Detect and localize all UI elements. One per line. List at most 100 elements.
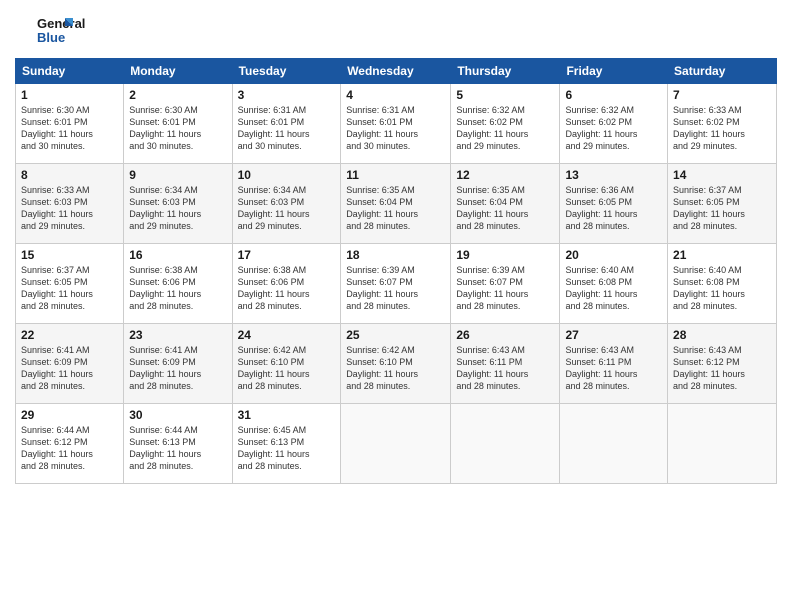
day-info: Sunrise: 6:44 AM Sunset: 6:12 PM Dayligh… (21, 424, 118, 473)
day-info: Sunrise: 6:40 AM Sunset: 6:08 PM Dayligh… (565, 264, 662, 313)
day-info: Sunrise: 6:42 AM Sunset: 6:10 PM Dayligh… (238, 344, 336, 393)
header: General Blue (15, 10, 777, 50)
day-info: Sunrise: 6:33 AM Sunset: 6:02 PM Dayligh… (673, 104, 771, 153)
calendar-weekday-monday: Monday (124, 59, 232, 84)
day-number: 18 (346, 248, 445, 262)
calendar-cell: 25Sunrise: 6:42 AM Sunset: 6:10 PM Dayli… (341, 324, 451, 404)
day-number: 14 (673, 168, 771, 182)
calendar-cell: 3 Sunrise: 6:31 AM Sunset: 6:01 PM Daylig… (232, 84, 341, 164)
day-info: Sunrise: 6:31 AM Sunset: 6:01 PM Dayligh… (238, 104, 336, 153)
calendar-cell: 14 Sunrise: 6:37 AM Sunset: 6:05 PM Dayli… (668, 164, 777, 244)
day-number: 17 (238, 248, 336, 262)
svg-text:Blue: Blue (37, 30, 65, 45)
day-number: 6 (565, 88, 662, 102)
day-number: 15 (21, 248, 118, 262)
day-number: 8 (21, 168, 118, 182)
day-info: Sunrise: 6:35 AM Sunset: 6:04 PM Dayligh… (456, 184, 554, 233)
day-info: Sunrise: 6:37 AM Sunset: 6:05 PM Dayligh… (21, 264, 118, 313)
day-number: 30 (129, 408, 226, 422)
day-info: Sunrise: 6:40 AM Sunset: 6:08 PM Dayligh… (673, 264, 771, 313)
day-number: 20 (565, 248, 662, 262)
day-number: 27 (565, 328, 662, 342)
day-number: 26 (456, 328, 554, 342)
day-number: 11 (346, 168, 445, 182)
calendar-cell: 29 Sunrise: 6:44 AM Sunset: 6:12 PM Dayli… (16, 404, 124, 484)
calendar-cell: 21 Sunrise: 6:40 AM Sunset: 6:08 PM Dayli… (668, 244, 777, 324)
day-number: 3 (238, 88, 336, 102)
calendar-header-row: SundayMondayTuesdayWednesdayThursdayFrid… (16, 59, 777, 84)
calendar-cell: 6 Sunrise: 6:32 AM Sunset: 6:02 PM Daylig… (560, 84, 668, 164)
calendar-cell: 11Sunrise: 6:35 AM Sunset: 6:04 PM Dayli… (341, 164, 451, 244)
calendar-cell: 10 Sunrise: 6:34 AM Sunset: 6:03 PM Dayli… (232, 164, 341, 244)
svg-text:General: General (37, 16, 85, 31)
calendar-weekday-tuesday: Tuesday (232, 59, 341, 84)
calendar-cell: 22 Sunrise: 6:41 AM Sunset: 6:09 PM Dayli… (16, 324, 124, 404)
day-info: Sunrise: 6:33 AM Sunset: 6:03 PM Dayligh… (21, 184, 118, 233)
day-number: 24 (238, 328, 336, 342)
calendar-cell (560, 404, 668, 484)
day-number: 10 (238, 168, 336, 182)
day-number: 22 (21, 328, 118, 342)
day-number: 5 (456, 88, 554, 102)
day-info: Sunrise: 6:43 AM Sunset: 6:12 PM Dayligh… (673, 344, 771, 393)
calendar-cell: 24 Sunrise: 6:42 AM Sunset: 6:10 PM Dayli… (232, 324, 341, 404)
calendar-weekday-saturday: Saturday (668, 59, 777, 84)
day-info: Sunrise: 6:31 AM Sunset: 6:01 PM Dayligh… (346, 104, 445, 153)
day-info: Sunrise: 6:39 AM Sunset: 6:07 PM Dayligh… (456, 264, 554, 313)
calendar-weekday-wednesday: Wednesday (341, 59, 451, 84)
day-info: Sunrise: 6:37 AM Sunset: 6:05 PM Dayligh… (673, 184, 771, 233)
day-info: Sunrise: 6:43 AM Sunset: 6:11 PM Dayligh… (456, 344, 554, 393)
day-number: 4 (346, 88, 445, 102)
calendar-cell: 27 Sunrise: 6:43 AM Sunset: 6:11 PM Dayli… (560, 324, 668, 404)
day-info: Sunrise: 6:30 AM Sunset: 6:01 PM Dayligh… (21, 104, 118, 153)
day-info: Sunrise: 6:34 AM Sunset: 6:03 PM Dayligh… (129, 184, 226, 233)
calendar-cell: 17 Sunrise: 6:38 AM Sunset: 6:06 PM Dayli… (232, 244, 341, 324)
calendar-cell (668, 404, 777, 484)
calendar-cell (341, 404, 451, 484)
calendar-cell: 9 Sunrise: 6:34 AM Sunset: 6:03 PM Daylig… (124, 164, 232, 244)
day-info: Sunrise: 6:43 AM Sunset: 6:11 PM Dayligh… (565, 344, 662, 393)
calendar-cell: 2 Sunrise: 6:30 AM Sunset: 6:01 PM Daylig… (124, 84, 232, 164)
logo: General Blue (15, 10, 95, 50)
calendar-cell: 23 Sunrise: 6:41 AM Sunset: 6:09 PM Dayli… (124, 324, 232, 404)
day-number: 21 (673, 248, 771, 262)
day-info: Sunrise: 6:30 AM Sunset: 6:01 PM Dayligh… (129, 104, 226, 153)
calendar-cell: 19Sunrise: 6:39 AM Sunset: 6:07 PM Dayli… (451, 244, 560, 324)
calendar-cell: 5 Sunrise: 6:32 AM Sunset: 6:02 PM Daylig… (451, 84, 560, 164)
calendar-week-row-1: 1 Sunrise: 6:30 AM Sunset: 6:01 PM Daylig… (16, 84, 777, 164)
day-info: Sunrise: 6:42 AM Sunset: 6:10 PM Dayligh… (346, 344, 445, 393)
day-number: 29 (21, 408, 118, 422)
day-info: Sunrise: 6:38 AM Sunset: 6:06 PM Dayligh… (238, 264, 336, 313)
calendar-weekday-sunday: Sunday (16, 59, 124, 84)
calendar-cell: 18Sunrise: 6:39 AM Sunset: 6:07 PM Dayli… (341, 244, 451, 324)
day-number: 2 (129, 88, 226, 102)
day-info: Sunrise: 6:45 AM Sunset: 6:13 PM Dayligh… (238, 424, 336, 473)
day-number: 9 (129, 168, 226, 182)
calendar-cell: 20 Sunrise: 6:40 AM Sunset: 6:08 PM Dayli… (560, 244, 668, 324)
day-number: 31 (238, 408, 336, 422)
day-number: 28 (673, 328, 771, 342)
day-number: 13 (565, 168, 662, 182)
calendar-cell: 30 Sunrise: 6:44 AM Sunset: 6:13 PM Dayli… (124, 404, 232, 484)
calendar-cell (451, 404, 560, 484)
day-info: Sunrise: 6:36 AM Sunset: 6:05 PM Dayligh… (565, 184, 662, 233)
day-info: Sunrise: 6:38 AM Sunset: 6:06 PM Dayligh… (129, 264, 226, 313)
calendar-week-row-5: 29 Sunrise: 6:44 AM Sunset: 6:12 PM Dayli… (16, 404, 777, 484)
calendar-cell: 16 Sunrise: 6:38 AM Sunset: 6:06 PM Dayli… (124, 244, 232, 324)
calendar-cell: 8 Sunrise: 6:33 AM Sunset: 6:03 PM Daylig… (16, 164, 124, 244)
calendar-weekday-thursday: Thursday (451, 59, 560, 84)
calendar-table: SundayMondayTuesdayWednesdayThursdayFrid… (15, 58, 777, 484)
calendar-cell: 12 Sunrise: 6:35 AM Sunset: 6:04 PM Dayli… (451, 164, 560, 244)
day-number: 1 (21, 88, 118, 102)
day-number: 16 (129, 248, 226, 262)
day-info: Sunrise: 6:32 AM Sunset: 6:02 PM Dayligh… (565, 104, 662, 153)
day-info: Sunrise: 6:41 AM Sunset: 6:09 PM Dayligh… (21, 344, 118, 393)
day-info: Sunrise: 6:32 AM Sunset: 6:02 PM Dayligh… (456, 104, 554, 153)
day-info: Sunrise: 6:34 AM Sunset: 6:03 PM Dayligh… (238, 184, 336, 233)
day-info: Sunrise: 6:44 AM Sunset: 6:13 PM Dayligh… (129, 424, 226, 473)
calendar-week-row-4: 22 Sunrise: 6:41 AM Sunset: 6:09 PM Dayli… (16, 324, 777, 404)
day-info: Sunrise: 6:41 AM Sunset: 6:09 PM Dayligh… (129, 344, 226, 393)
day-number: 23 (129, 328, 226, 342)
day-number: 12 (456, 168, 554, 182)
calendar-cell: 1 Sunrise: 6:30 AM Sunset: 6:01 PM Daylig… (16, 84, 124, 164)
